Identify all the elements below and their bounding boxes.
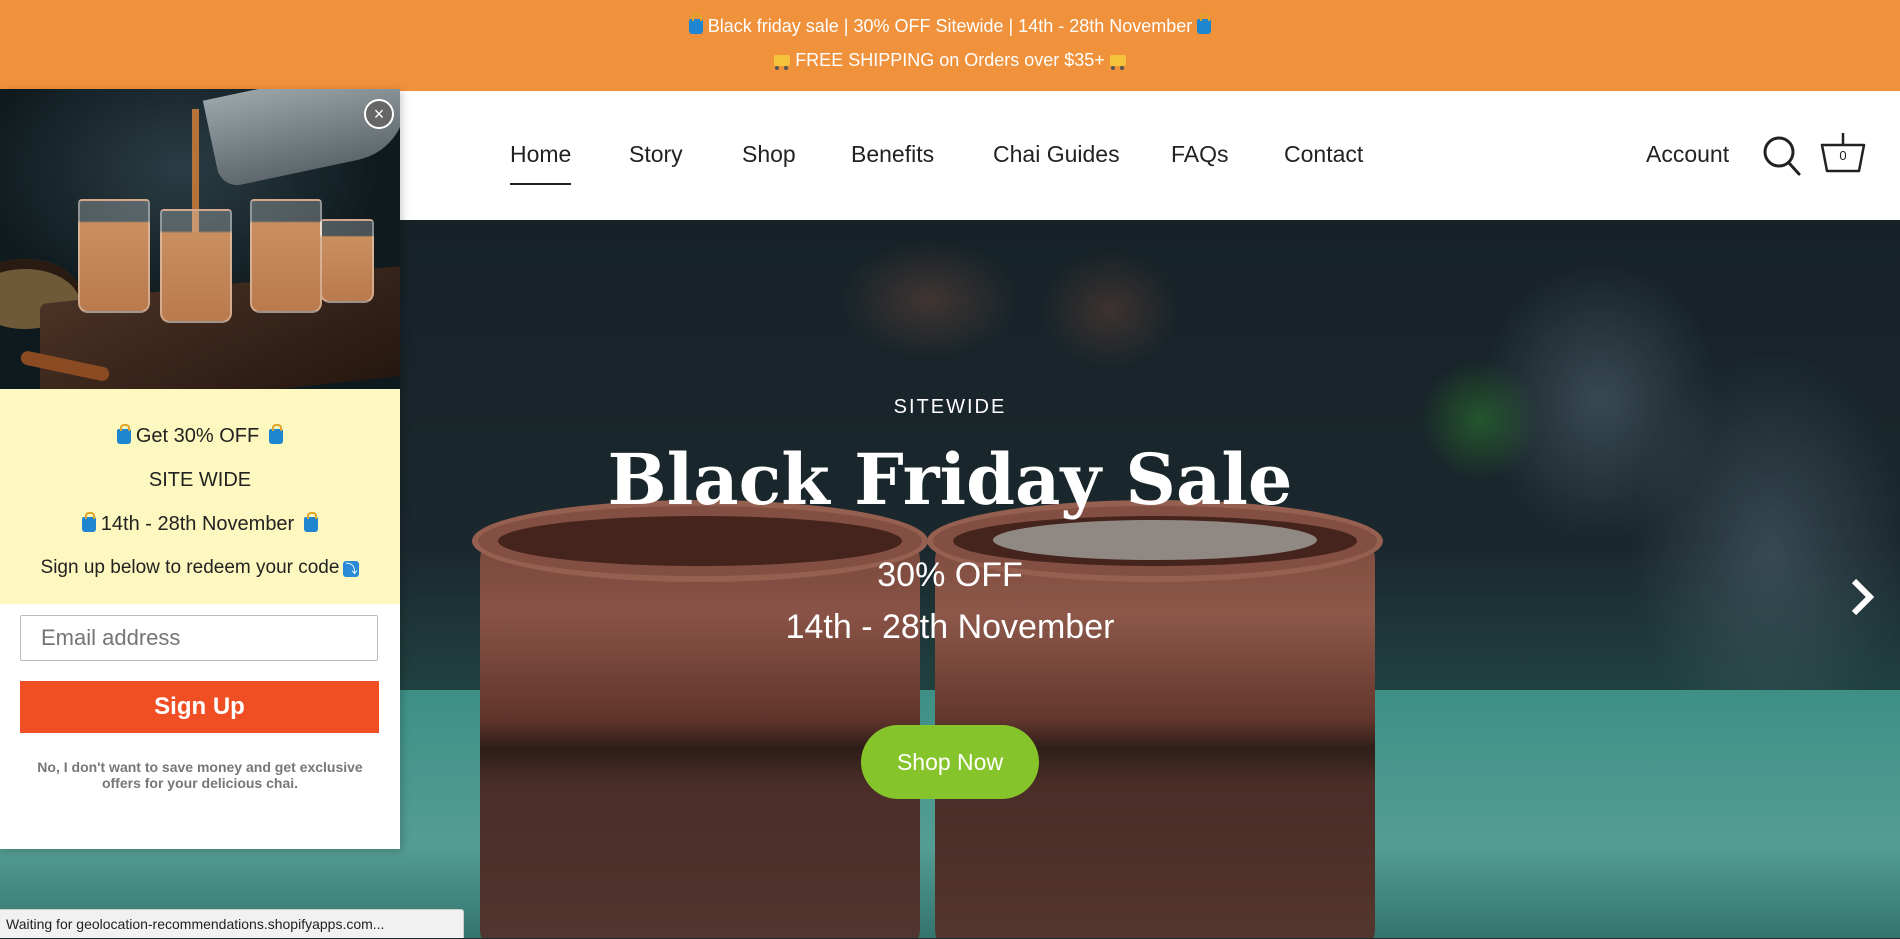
search-icon[interactable] xyxy=(1762,135,1802,177)
hero-kicker: SITEWIDE xyxy=(893,396,1007,418)
delivery-truck-icon xyxy=(1109,55,1126,70)
nav-item-chai-guides[interactable]: Chai Guides xyxy=(993,141,1120,168)
promo-panel: Get 30% OFF SITE WIDE 14th - 28th Novemb… xyxy=(0,389,400,604)
delivery-truck-icon xyxy=(774,55,791,70)
browser-status-bar: Waiting for geolocation-recommendations.… xyxy=(0,909,464,938)
promo-dates: 14th - 28th November xyxy=(0,512,400,536)
promo-offer: Get 30% OFF xyxy=(0,424,400,448)
shopping-bag-icon xyxy=(116,424,131,444)
announcement-sale-text: Black friday sale | 30% OFF Sitewide | 1… xyxy=(707,16,1193,36)
cart-button[interactable]: 0 xyxy=(1820,131,1866,175)
promo-sitewide: SITE WIDE xyxy=(148,469,252,491)
announcement-bar: Black friday sale | 30% OFF Sitewide | 1… xyxy=(0,0,1900,91)
decline-offer-link[interactable]: No, I don't want to save money and get e… xyxy=(20,759,380,791)
shop-now-button[interactable]: Shop Now xyxy=(861,725,1039,799)
promo-dates-text: 14th - 28th November xyxy=(100,513,295,535)
email-field[interactable] xyxy=(20,615,378,661)
nav-item-story[interactable]: Story xyxy=(629,141,683,168)
promo-instruction-text: Sign up below to redeem your code xyxy=(40,557,340,578)
nav-item-faqs[interactable]: FAQs xyxy=(1171,141,1229,168)
close-icon: × xyxy=(373,104,385,124)
hero-discount: 30% OFF xyxy=(877,556,1023,594)
nav-item-shop[interactable]: Shop xyxy=(742,141,796,168)
shopping-bag-icon xyxy=(1197,14,1212,34)
hero-title: Black Friday Sale xyxy=(607,438,1293,521)
nav-item-contact[interactable]: Contact xyxy=(1284,141,1363,168)
promo-instruction: Sign up below to redeem your code ⤵ xyxy=(0,557,400,579)
shopping-bag-icon xyxy=(304,512,319,532)
sign-up-button[interactable]: Sign Up xyxy=(20,681,379,733)
cart-count: 0 xyxy=(1839,148,1847,163)
announcement-line-sale: Black friday sale | 30% OFF Sitewide | 1… xyxy=(0,14,1900,37)
nav-active-underline xyxy=(510,183,571,185)
arrow-down-icon: ⤵ xyxy=(343,561,360,577)
hero-dates: 14th - 28th November xyxy=(785,608,1115,646)
shopping-bag-icon xyxy=(688,14,703,34)
signup-popup: × Get 30% OFF SITE WIDE 14th - 28th Nove… xyxy=(0,89,400,849)
chevron-right-icon[interactable] xyxy=(1848,575,1878,619)
nav-item-home[interactable]: Home xyxy=(510,141,571,168)
nav-item-benefits[interactable]: Benefits xyxy=(851,141,934,168)
chai-pouring-image xyxy=(0,89,400,389)
promo-offer-text: Get 30% OFF xyxy=(135,425,260,447)
announcement-shipping-text: FREE SHIPPING on Orders over $35+ xyxy=(795,50,1105,70)
announcement-line-shipping: FREE SHIPPING on Orders over $35+ xyxy=(0,50,1900,71)
account-link[interactable]: Account xyxy=(1646,141,1729,168)
close-popup-button[interactable]: × xyxy=(364,99,394,129)
shopping-bag-icon xyxy=(269,424,284,444)
shopping-bag-icon xyxy=(81,512,96,532)
